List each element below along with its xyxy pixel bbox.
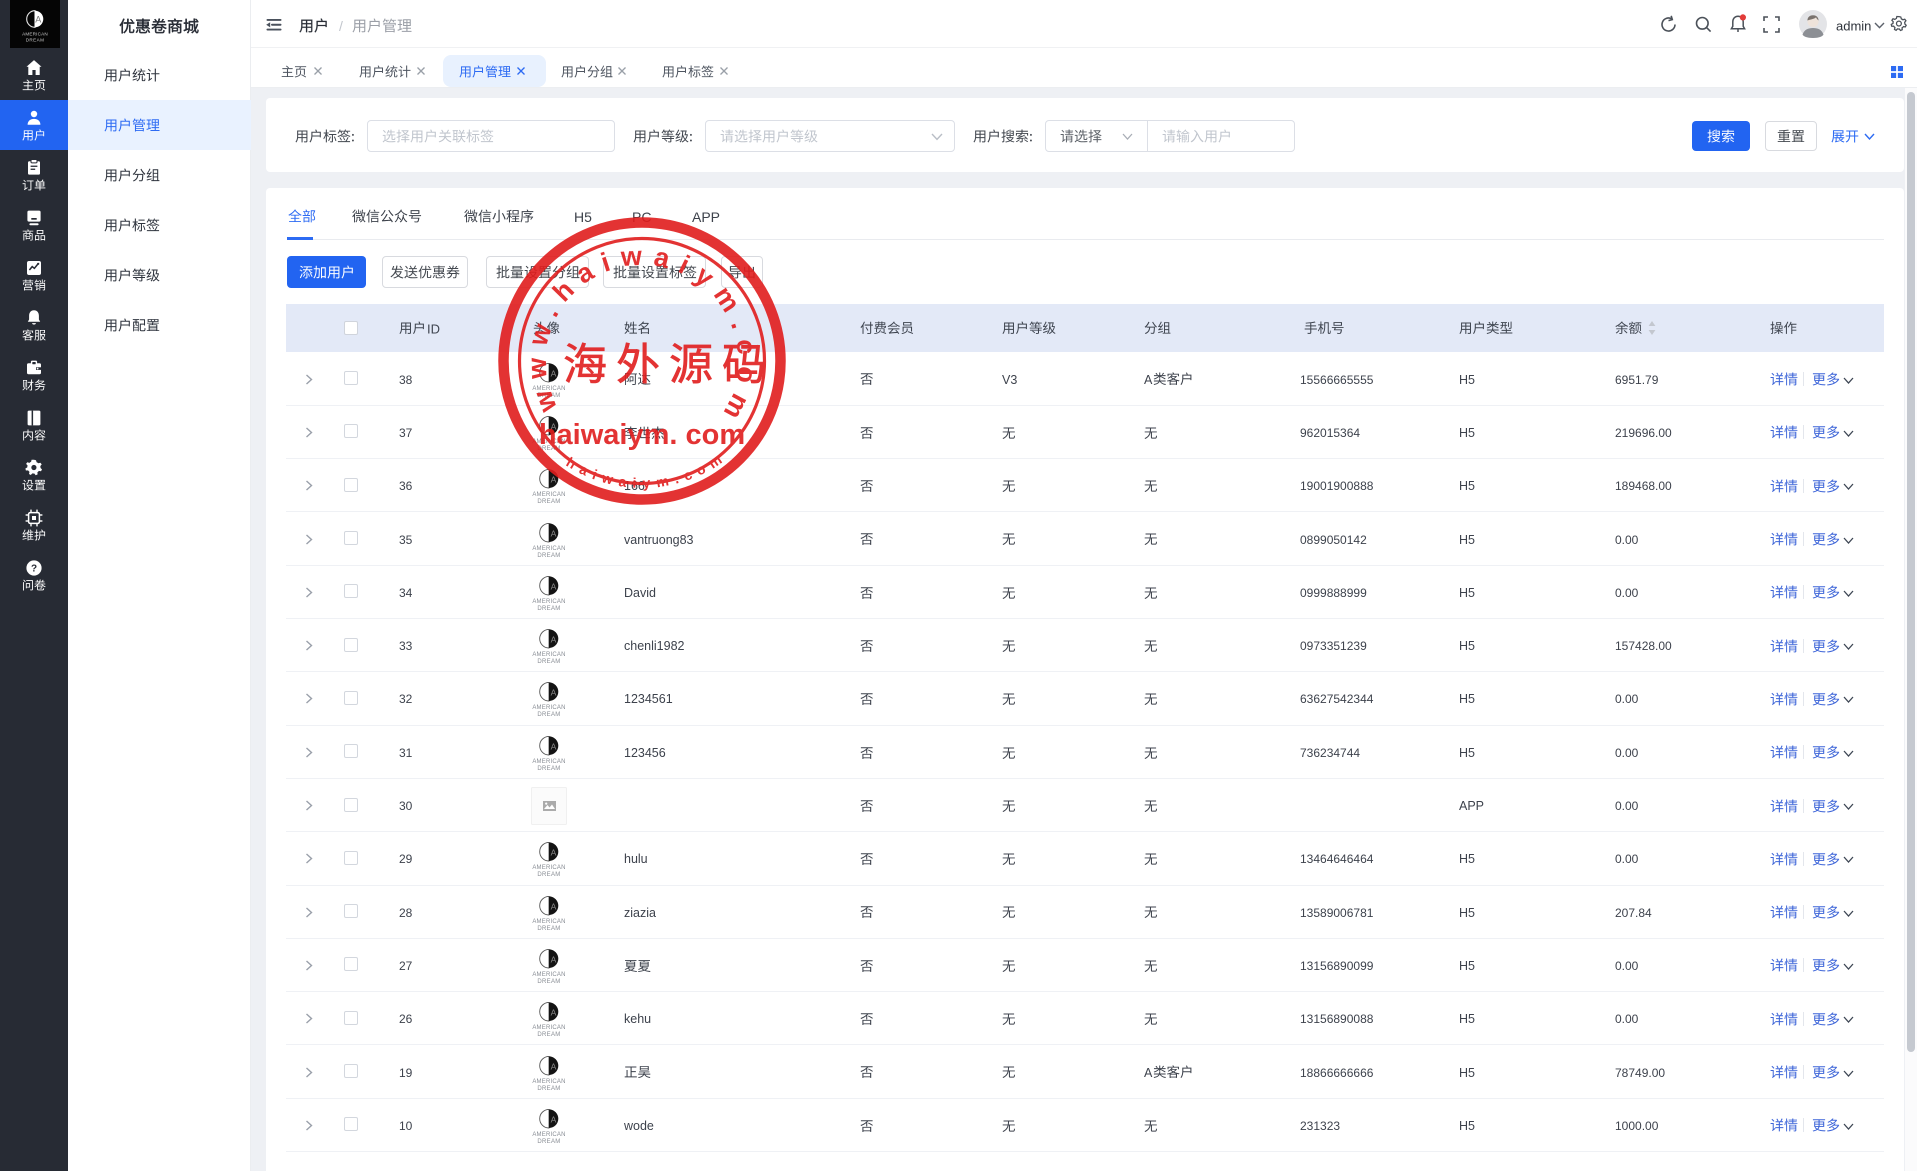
svg-text:A: A	[551, 528, 557, 538]
svg-text:haiwaiym. com: haiwaiym. com	[539, 419, 745, 451]
svg-text:DREAM: DREAM	[537, 713, 560, 719]
svg-text:www.haiwaiym.com: www.haiwaiym.com	[522, 240, 763, 433]
svg-text:?: ?	[31, 563, 37, 574]
svg-text:A: A	[35, 15, 41, 25]
svg-text:DREAM: DREAM	[537, 926, 560, 932]
svg-text:DREAM: DREAM	[537, 979, 560, 985]
svg-text:A: A	[551, 688, 557, 698]
svg-text:DREAM: DREAM	[537, 873, 560, 879]
svg-text:A: A	[551, 581, 557, 591]
svg-text:A: A	[551, 1008, 557, 1018]
svg-text:DREAM: DREAM	[537, 659, 560, 665]
svg-text:A: A	[551, 741, 557, 751]
svg-text:DREAM: DREAM	[26, 38, 45, 43]
svg-text:AMERICAN: AMERICAN	[532, 1025, 565, 1031]
svg-text:A: A	[551, 848, 557, 858]
svg-text:DREAM: DREAM	[537, 1032, 560, 1038]
svg-text:AMERICAN: AMERICAN	[532, 652, 565, 658]
svg-text:A: A	[551, 634, 557, 644]
svg-text:AMERICAN: AMERICAN	[532, 759, 565, 765]
svg-text:A: A	[551, 1114, 557, 1124]
svg-text:AMERICAN: AMERICAN	[532, 1079, 565, 1085]
svg-text:DREAM: DREAM	[537, 553, 560, 559]
svg-text:AMERICAN: AMERICAN	[532, 866, 565, 872]
svg-text:AMERICAN: AMERICAN	[22, 32, 48, 37]
svg-text:DREAM: DREAM	[537, 1086, 560, 1092]
svg-text:AMERICAN: AMERICAN	[532, 599, 565, 605]
svg-text:AMERICAN: AMERICAN	[532, 1132, 565, 1138]
svg-text:A: A	[551, 1061, 557, 1071]
svg-text:DREAM: DREAM	[537, 606, 560, 612]
svg-text:AMERICAN: AMERICAN	[532, 706, 565, 712]
svg-text:DREAM: DREAM	[537, 766, 560, 772]
svg-text:AMERICAN: AMERICAN	[532, 972, 565, 978]
svg-text:A: A	[551, 954, 557, 964]
svg-text:AMERICAN: AMERICAN	[532, 919, 565, 925]
svg-text:AMERICAN: AMERICAN	[532, 546, 565, 552]
svg-text:DREAM: DREAM	[537, 1139, 560, 1145]
svg-text:A: A	[551, 901, 557, 911]
